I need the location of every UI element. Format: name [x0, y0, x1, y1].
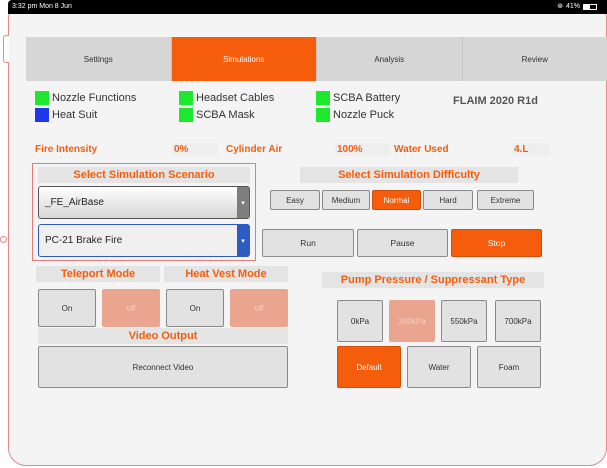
- status-time: 3:32 pm Mon 8 Jun: [12, 3, 72, 10]
- scenario-dropdown-value: PC-21 Brake Fire: [45, 235, 123, 246]
- battery-percent: 41%: [565, 3, 580, 10]
- tab-simulations[interactable]: Simulations: [171, 37, 317, 81]
- difficulty-easy-button[interactable]: Easy: [270, 190, 320, 210]
- run-button[interactable]: Run: [262, 229, 354, 257]
- teleport-on-button[interactable]: On: [38, 289, 96, 327]
- status-label: SCBA Mask: [196, 109, 255, 121]
- status-label: Nozzle Functions: [52, 92, 137, 104]
- status-indicator: [316, 91, 330, 105]
- pressure-550kpa-button[interactable]: 550kPa: [441, 300, 487, 342]
- teleport-mode-title: Teleport Mode: [36, 266, 160, 282]
- suppressant-default-button[interactable]: Default: [337, 346, 401, 388]
- status-indicator: [179, 108, 193, 122]
- scenario-title: Select Simulation Scenario: [38, 167, 250, 183]
- cylinder-air-label: Cylinder Air: [226, 144, 283, 155]
- status-label: Nozzle Puck: [333, 109, 395, 121]
- status-nozzle-puck: Nozzle Puck: [316, 108, 394, 122]
- chevron-down-icon: ▾: [237, 225, 249, 256]
- difficulty-hard-button[interactable]: Hard: [423, 190, 473, 210]
- side-button: [3, 35, 9, 63]
- cylinder-air-value: 100%: [335, 143, 390, 156]
- suppressant-water-button[interactable]: Water: [407, 346, 471, 388]
- status-indicator: [316, 108, 330, 122]
- fire-intensity-value: 0%: [172, 143, 218, 156]
- status-indicator: [35, 108, 49, 122]
- difficulty-medium-button[interactable]: Medium: [322, 190, 370, 210]
- scenario-dropdown[interactable]: PC-21 Brake Fire ▾: [38, 224, 250, 257]
- tab-bar: Settings Simulations Analysis Review: [26, 37, 607, 81]
- side-sensor: [0, 236, 7, 243]
- difficulty-extreme-button[interactable]: Extreme: [477, 190, 534, 210]
- pressure-0kpa-button[interactable]: 0kPa: [337, 300, 383, 342]
- pressure-300kpa-button[interactable]: 300kPa: [389, 300, 435, 342]
- status-indicator: [35, 91, 49, 105]
- difficulty-title: Select Simulation Difficulty: [300, 167, 518, 183]
- battery-icon: [583, 4, 597, 10]
- heat-vest-mode-title: Heat Vest Mode: [164, 266, 288, 282]
- heat-vest-off-button[interactable]: off: [230, 289, 288, 327]
- status-label: SCBA Battery: [333, 92, 401, 104]
- pump-pressure-title: Pump Pressure / Suppressant Type: [322, 272, 544, 288]
- tab-settings[interactable]: Settings: [26, 37, 172, 81]
- status-label: Headset Cables: [196, 92, 275, 104]
- status-label: Heat Suit: [52, 109, 98, 121]
- base-dropdown-value: _FE_AirBase: [45, 197, 104, 208]
- tab-analysis[interactable]: Analysis: [317, 37, 463, 81]
- firmware-version: FLAIM 2020 R1d: [453, 95, 538, 107]
- status-heat-suit: Heat Suit: [35, 108, 97, 122]
- status-headset-cables: Headset Cables: [179, 91, 274, 105]
- fire-intensity-label: Fire Intensity: [35, 144, 98, 155]
- base-dropdown[interactable]: _FE_AirBase ▾: [38, 186, 250, 219]
- tab-review[interactable]: Review: [463, 37, 607, 81]
- heat-vest-on-button[interactable]: On: [166, 289, 224, 327]
- water-used-label: Water Used: [394, 144, 449, 155]
- pause-button[interactable]: Pause: [357, 229, 448, 257]
- suppressant-foam-button[interactable]: Foam: [477, 346, 541, 388]
- reconnect-video-button[interactable]: Reconnect Video: [38, 346, 288, 388]
- stop-button[interactable]: Stop: [451, 229, 542, 257]
- lock-rotation-icon: ⊛: [557, 3, 563, 10]
- water-used-value: 4.L: [512, 143, 550, 156]
- chevron-down-icon: ▾: [237, 187, 249, 218]
- pressure-700kpa-button[interactable]: 700kPa: [495, 300, 541, 342]
- difficulty-normal-button[interactable]: Normal: [372, 190, 421, 210]
- teleport-off-button[interactable]: off: [102, 289, 160, 327]
- status-indicator: [179, 91, 193, 105]
- status-scba-mask: SCBA Mask: [179, 108, 255, 122]
- status-scba-battery: SCBA Battery: [316, 91, 400, 105]
- status-bar: 3:32 pm Mon 8 Jun ⊛ 41%: [8, 0, 607, 14]
- video-output-title: Video Output: [38, 328, 288, 344]
- status-nozzle-functions: Nozzle Functions: [35, 91, 136, 105]
